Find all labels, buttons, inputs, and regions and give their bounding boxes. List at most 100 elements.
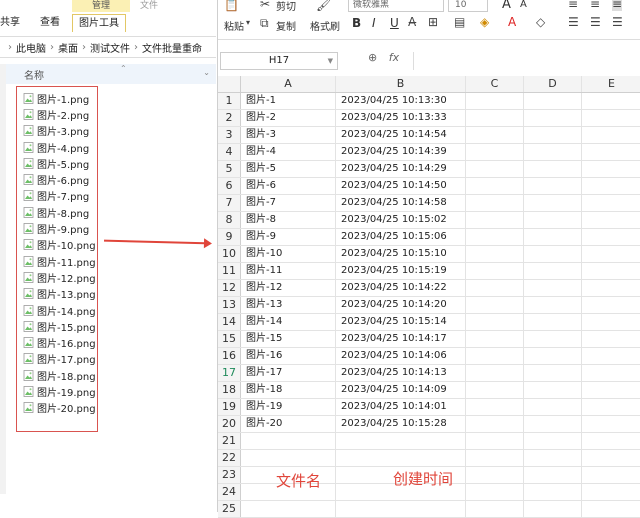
row-header[interactable]: 15	[218, 331, 241, 347]
row-header[interactable]: 6	[218, 178, 241, 194]
cell-e[interactable]	[582, 331, 640, 347]
breadcrumb-desktop[interactable]: 桌面	[58, 40, 78, 55]
cell-e[interactable]	[582, 144, 640, 160]
cell-b[interactable]: 2023/04/25 10:14:22	[336, 280, 466, 296]
file-item[interactable]: 图片-17.png	[17, 351, 97, 367]
cell-e[interactable]	[582, 229, 640, 245]
cell-a[interactable]: 图片-1	[241, 93, 336, 109]
cell-c[interactable]	[466, 484, 524, 500]
cell-e[interactable]	[582, 93, 640, 109]
cell-d[interactable]	[524, 501, 582, 517]
cell-e[interactable]	[582, 314, 640, 330]
cell-c[interactable]	[466, 399, 524, 415]
cell-a[interactable]: 图片-8	[241, 212, 336, 228]
cell-d[interactable]	[524, 161, 582, 177]
row-header[interactable]: 25	[218, 501, 241, 517]
tab-picture-tools[interactable]: 图片工具	[72, 14, 126, 32]
file-item[interactable]: 图片-3.png	[17, 123, 97, 139]
cell-c[interactable]	[466, 263, 524, 279]
cell-c[interactable]	[466, 331, 524, 347]
row-header[interactable]: 20	[218, 416, 241, 432]
cell-e[interactable]	[582, 161, 640, 177]
row-header[interactable]: 19	[218, 399, 241, 415]
cell-b[interactable]: 2023/04/25 10:13:30	[336, 93, 466, 109]
cell-c[interactable]	[466, 280, 524, 296]
cell-d[interactable]	[524, 93, 582, 109]
row-header[interactable]: 12	[218, 280, 241, 296]
cell-d[interactable]	[524, 229, 582, 245]
align-middle-icon[interactable]: ≡	[590, 0, 600, 11]
column-header-d[interactable]: D	[524, 76, 582, 92]
paste-button[interactable]: 粘贴	[224, 18, 244, 33]
cell-a[interactable]: 图片-10	[241, 246, 336, 262]
cell-a[interactable]: 图片-16	[241, 348, 336, 364]
row-header[interactable]: 16	[218, 348, 241, 364]
underline-button[interactable]: U	[390, 16, 399, 30]
cell-d[interactable]	[524, 450, 582, 466]
file-item[interactable]: 图片-20.png	[17, 400, 97, 416]
row-header[interactable]: 18	[218, 382, 241, 398]
cell-d[interactable]	[524, 195, 582, 211]
cell-c[interactable]	[466, 382, 524, 398]
row-header[interactable]: 7	[218, 195, 241, 211]
row-header[interactable]: 1	[218, 93, 241, 109]
cell-c[interactable]	[466, 212, 524, 228]
row-header[interactable]: 23	[218, 467, 241, 483]
cell-c[interactable]	[466, 161, 524, 177]
cell-b[interactable]: 2023/04/25 10:14:20	[336, 297, 466, 313]
align-top-icon[interactable]: ≡	[568, 0, 578, 11]
cell-e[interactable]	[582, 382, 640, 398]
cell-d[interactable]	[524, 280, 582, 296]
chevron-down-icon[interactable]: ⌄	[203, 68, 210, 77]
align-left-icon[interactable]: ☰	[568, 15, 579, 29]
cell-d[interactable]	[524, 246, 582, 262]
breadcrumb-test-folder[interactable]: 测试文件	[90, 40, 130, 55]
grow-font-button[interactable]: A	[502, 0, 511, 12]
cell-c[interactable]	[466, 110, 524, 126]
cell-c[interactable]	[466, 416, 524, 432]
cell-a[interactable]: 图片-5	[241, 161, 336, 177]
cell-d[interactable]	[524, 178, 582, 194]
cell-e[interactable]	[582, 501, 640, 517]
cell-c[interactable]	[466, 433, 524, 449]
row-header[interactable]: 9	[218, 229, 241, 245]
cell-b[interactable]: 2023/04/25 10:15:10	[336, 246, 466, 262]
file-item[interactable]: 图片-12.png	[17, 269, 97, 285]
cell-c[interactable]	[466, 348, 524, 364]
fill-color-icon[interactable]: ◈	[480, 15, 489, 29]
file-item[interactable]: 图片-16.png	[17, 334, 97, 350]
cell-e[interactable]	[582, 297, 640, 313]
cell-e[interactable]	[582, 127, 640, 143]
cell-e[interactable]	[582, 195, 640, 211]
cell-a[interactable]: 图片-12	[241, 280, 336, 296]
tab-share[interactable]: 共享	[0, 14, 20, 32]
cell-d[interactable]	[524, 212, 582, 228]
cell-b[interactable]: 2023/04/25 10:15:28	[336, 416, 466, 432]
row-header[interactable]: 13	[218, 297, 241, 313]
row-header[interactable]: 10	[218, 246, 241, 262]
context-tab-group-manage[interactable]: 管理	[72, 0, 130, 12]
cell-d[interactable]	[524, 399, 582, 415]
cell-e[interactable]	[582, 467, 640, 483]
cell-b[interactable]: 2023/04/25 10:13:33	[336, 110, 466, 126]
cell-b[interactable]: 2023/04/25 10:14:54	[336, 127, 466, 143]
breadcrumb-this-pc[interactable]: 此电脑	[16, 40, 46, 55]
paste-icon[interactable]: 📋	[224, 0, 239, 12]
row-header[interactable]: 17	[218, 365, 241, 381]
align-bottom-icon[interactable]: ≡	[612, 0, 623, 11]
file-item[interactable]: 图片-19.png	[17, 383, 97, 399]
cell-d[interactable]	[524, 297, 582, 313]
cell-a[interactable]: 图片-19	[241, 399, 336, 415]
file-item[interactable]: 图片-10.png	[17, 237, 97, 253]
chevron-down-icon[interactable]: ▼	[328, 53, 333, 69]
cell-c[interactable]	[466, 246, 524, 262]
cell-a[interactable]: 图片-13	[241, 297, 336, 313]
cell-a[interactable]	[241, 450, 336, 466]
cell-d[interactable]	[524, 484, 582, 500]
cell-c[interactable]	[466, 195, 524, 211]
cell-c[interactable]	[466, 229, 524, 245]
row-header[interactable]: 22	[218, 450, 241, 466]
row-header[interactable]: 24	[218, 484, 241, 500]
cell-b[interactable]: 2023/04/25 10:14:39	[336, 144, 466, 160]
row-header[interactable]: 5	[218, 161, 241, 177]
